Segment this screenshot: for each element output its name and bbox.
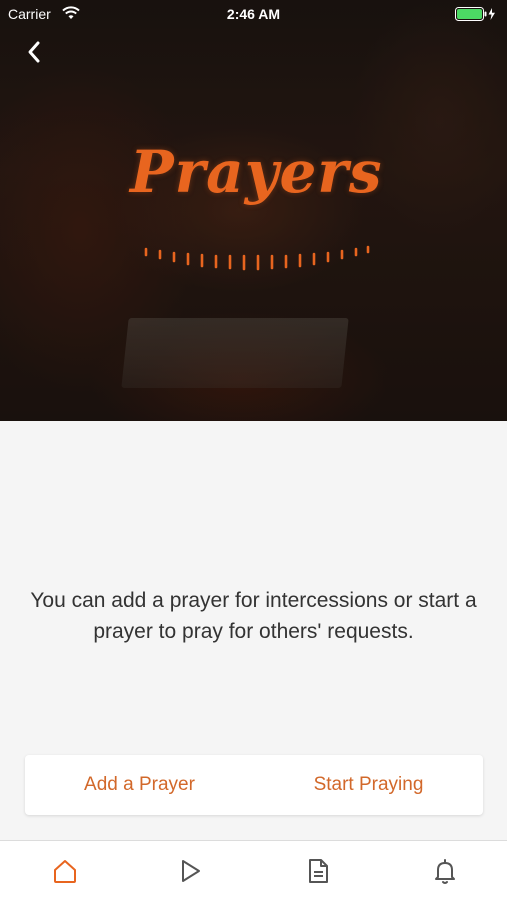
description-text: You can add a prayer for intercessions o… <box>30 589 477 643</box>
bell-icon <box>435 859 455 884</box>
status-bar: Carrier 2:46 AM <box>0 0 507 28</box>
add-prayer-button[interactable]: Add a Prayer <box>25 755 254 815</box>
home-icon <box>54 860 76 883</box>
battery-charging-icon <box>455 7 495 21</box>
tab-home[interactable] <box>50 855 80 887</box>
tab-play[interactable] <box>175 855 205 887</box>
status-time: 2:46 AM <box>226 6 281 22</box>
tab-notes[interactable] <box>303 855 333 887</box>
play-icon <box>182 860 200 882</box>
tab-notifications[interactable] <box>430 855 460 887</box>
chevron-left-icon <box>28 41 40 63</box>
action-card: Add a Prayer Start Praying <box>25 755 483 815</box>
decorative-tick-arc <box>144 245 370 271</box>
document-icon <box>309 859 328 883</box>
tab-bar <box>0 840 507 900</box>
start-praying-button[interactable]: Start Praying <box>254 755 483 815</box>
back-button[interactable] <box>20 38 48 66</box>
page-title: Prayers <box>130 138 383 206</box>
prayers-logo: Prayers <box>130 138 383 271</box>
